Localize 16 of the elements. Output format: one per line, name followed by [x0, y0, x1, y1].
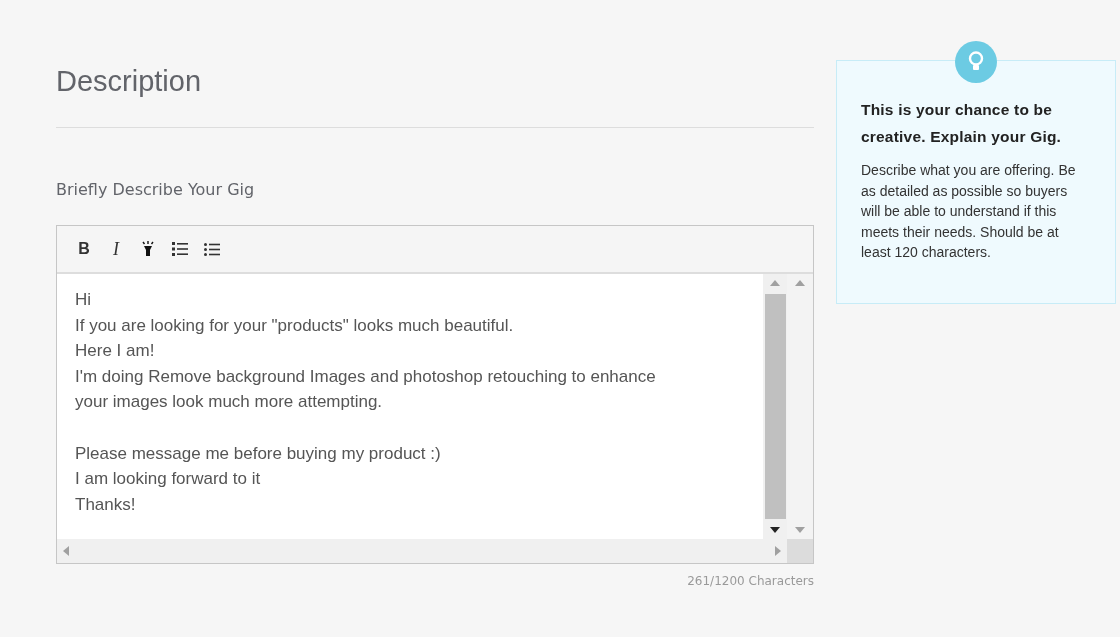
- scrollbar[interactable]: [763, 274, 787, 539]
- flashlight-icon: [141, 241, 155, 257]
- tip-text: Describe what you are offering. Be as detailed as possible so buyers will be able to understand if this meets their needs. Should be at least 120 characters.: [861, 161, 1077, 262]
- character-count: 261/1200 Characters: [686, 574, 814, 588]
- scrollbar-corner: [787, 539, 813, 563]
- italic-button[interactable]: I: [105, 238, 127, 260]
- horizontal-scrollbar[interactable]: [57, 539, 787, 563]
- lightbulb-icon: [955, 41, 997, 83]
- tip-title: This is your chance to be creative. Explain your Gig.: [861, 100, 1063, 147]
- bullet-list-icon: [204, 242, 220, 256]
- section-heading: Description: [56, 65, 203, 98]
- description-field[interactable]: Hi If you are looking for your "products" looks much beautiful. Here I am! I'm doing Remove background Images and photoshop retouching to enhance your images look much more attempting. Please message me before buying my product :) I am looking forward to it Thanks!: [57, 274, 763, 539]
- field-label: Briefly Describe Your Gig: [56, 180, 256, 199]
- bold-button[interactable]: B: [73, 238, 95, 260]
- numbered-list-icon: [172, 242, 188, 256]
- scrollbar[interactable]: [787, 274, 813, 539]
